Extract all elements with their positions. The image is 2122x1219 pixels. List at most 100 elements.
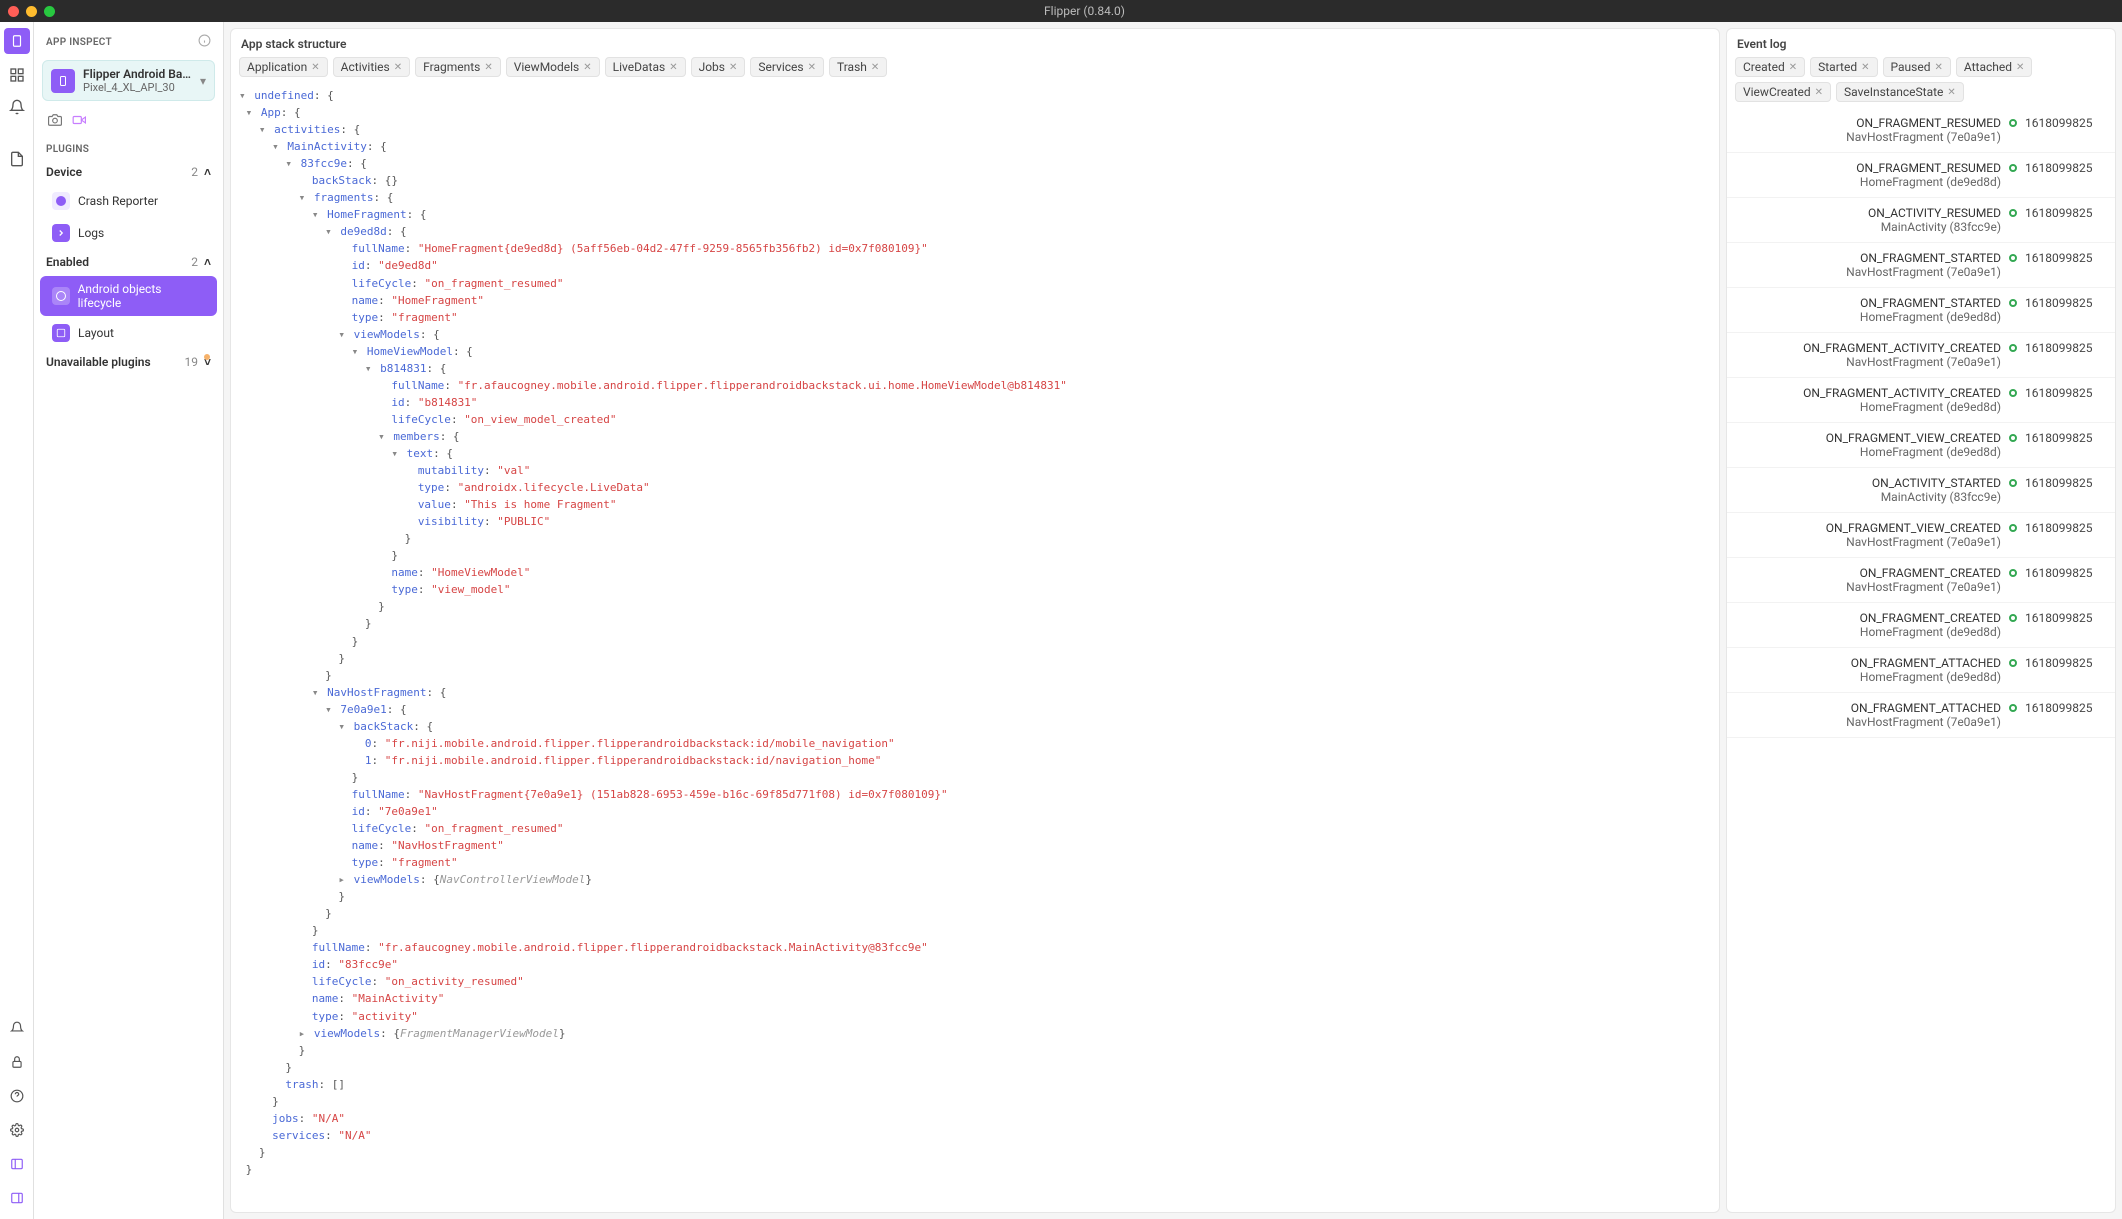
event-timestamp: 1618099825 — [2025, 476, 2105, 490]
event-timestamp: 1618099825 — [2025, 161, 2105, 175]
help-icon[interactable] — [6, 1085, 28, 1107]
close-icon[interactable]: ✕ — [484, 62, 492, 73]
event-detail: HomeFragment (de9ed8d) — [1737, 445, 2001, 459]
filter-chip[interactable]: Fragments✕ — [415, 57, 501, 77]
traffic-lights — [8, 6, 55, 17]
close-icon[interactable]: ✕ — [2016, 62, 2024, 73]
event-row[interactable]: ON_FRAGMENT_RESUMEDHomeFragment (de9ed8d… — [1727, 153, 2115, 198]
main-area: App stack structure Application✕Activiti… — [224, 22, 2122, 1219]
status-dot-icon — [2009, 704, 2017, 712]
filter-chip[interactable]: SaveInstanceState✕ — [1836, 82, 1964, 102]
event-type: ON_FRAGMENT_ACTIVITY_CREATED — [1737, 341, 2001, 355]
close-icon[interactable]: ✕ — [1789, 62, 1797, 73]
section-enabled[interactable]: Enabled 2 ˄ — [34, 249, 223, 275]
app-icon[interactable] — [4, 28, 30, 54]
panel-title: Event log — [1727, 29, 2115, 57]
alert-icon[interactable] — [6, 1017, 28, 1039]
filter-chip[interactable]: Application✕ — [239, 57, 328, 77]
filter-chip[interactable]: Started✕ — [1810, 57, 1877, 77]
section-device[interactable]: Device 2 ˄ — [34, 159, 223, 185]
event-list[interactable]: ON_FRAGMENT_RESUMED NavHostFragment (7e0a… — [1727, 108, 2115, 1212]
filter-chip[interactable]: ViewModels✕ — [506, 57, 600, 77]
filter-chip[interactable]: Paused✕ — [1883, 57, 1951, 77]
sidebar-item-layout[interactable]: Layout — [40, 318, 217, 348]
event-row[interactable]: ON_ACTIVITY_RESUMEDMainActivity (83fcc9e… — [1727, 198, 2115, 243]
close-icon[interactable]: ✕ — [583, 62, 591, 73]
filter-chips: Created✕Started✕ Paused✕Attached✕ ViewCrea… — [1727, 57, 2115, 108]
status-dot-icon — [2009, 119, 2017, 127]
filter-chip[interactable]: ViewCreated✕ — [1735, 82, 1831, 102]
event-row[interactable]: ON_FRAGMENT_STARTEDHomeFragment (de9ed8d… — [1727, 288, 2115, 333]
close-icon[interactable]: ✕ — [394, 62, 402, 73]
filter-chip[interactable]: Attached✕ — [1956, 57, 2033, 77]
window-title: Flipper (0.84.0) — [55, 4, 2114, 18]
close-window-icon[interactable] — [8, 6, 19, 17]
panel-right-icon[interactable] — [6, 1187, 28, 1209]
event-timestamp: 1618099825 — [2025, 611, 2105, 625]
filter-chip[interactable]: Jobs✕ — [691, 57, 746, 77]
lock-icon[interactable] — [6, 1051, 28, 1073]
dot-badge — [204, 354, 210, 360]
event-detail: NavHostFragment (7e0a9e1) — [1737, 715, 2001, 729]
sidebar-item-label: Logs — [78, 226, 104, 240]
minimize-window-icon[interactable] — [26, 6, 37, 17]
close-icon[interactable]: ✕ — [1861, 62, 1869, 73]
event-row[interactable]: ON_FRAGMENT_ACTIVITY_CREATEDNavHostFragm… — [1727, 333, 2115, 378]
filter-chip[interactable]: Activities✕ — [333, 57, 410, 77]
event-row[interactable]: ON_FRAGMENT_ATTACHEDNavHostFragment (7e0… — [1727, 693, 2115, 738]
file-icon[interactable] — [6, 148, 28, 170]
event-detail: HomeFragment (de9ed8d) — [1737, 175, 2001, 189]
section-unavailable[interactable]: Unavailable plugins 19 ˅ — [34, 349, 223, 375]
chevron-up-icon: ˄ — [204, 165, 211, 179]
event-row[interactable]: ON_FRAGMENT_ATTACHEDHomeFragment (de9ed8… — [1727, 648, 2115, 693]
close-icon[interactable]: ✕ — [729, 62, 737, 73]
close-icon[interactable]: ✕ — [1815, 87, 1823, 98]
filter-chip[interactable]: Services✕ — [750, 57, 824, 77]
event-row[interactable]: ON_FRAGMENT_STARTEDNavHostFragment (7e0a… — [1727, 243, 2115, 288]
event-row[interactable]: ON_FRAGMENT_VIEW_CREATEDHomeFragment (de… — [1727, 423, 2115, 468]
event-detail: MainActivity (83fcc9e) — [1737, 220, 2001, 234]
event-row[interactable]: ON_FRAGMENT_RESUMEDNavHostFragment (7e0a… — [1727, 108, 2115, 153]
close-icon[interactable]: ✕ — [808, 62, 816, 73]
event-row[interactable]: ON_FRAGMENT_ACTIVITY_CREATEDHomeFragment… — [1727, 378, 2115, 423]
device-icon — [51, 69, 75, 93]
event-timestamp: 1618099825 — [2025, 431, 2105, 445]
close-icon[interactable]: ✕ — [669, 62, 677, 73]
event-timestamp: 1618099825 — [2025, 116, 2105, 130]
info-icon[interactable] — [198, 34, 211, 50]
device-selector[interactable]: Flipper Android Backsta... Pixel_4_XL_AP… — [42, 60, 215, 101]
sidebar-item-crash-reporter[interactable]: Crash Reporter — [40, 186, 217, 216]
event-detail: NavHostFragment (7e0a9e1) — [1737, 130, 2001, 144]
event-timestamp: 1618099825 — [2025, 701, 2105, 715]
gear-icon[interactable] — [6, 1119, 28, 1141]
logs-icon — [52, 224, 70, 242]
panel-left-icon[interactable] — [6, 1153, 28, 1175]
close-icon[interactable]: ✕ — [1934, 62, 1942, 73]
close-icon[interactable]: ✕ — [311, 62, 319, 73]
event-type: ON_FRAGMENT_VIEW_CREATED — [1737, 521, 2001, 535]
json-tree[interactable]: ▾ undefined: { ▾ App: { ▾ activities: { … — [239, 87, 1711, 1178]
event-row[interactable]: ON_ACTIVITY_STARTEDMainActivity (83fcc9e… — [1727, 468, 2115, 513]
sidebar-title: APP INSPECT — [34, 30, 223, 54]
bell-icon[interactable] — [6, 96, 28, 118]
status-dot-icon — [2009, 299, 2017, 307]
event-detail: NavHostFragment (7e0a9e1) — [1737, 580, 2001, 594]
event-row[interactable]: ON_FRAGMENT_CREATEDNavHostFragment (7e0a… — [1727, 558, 2115, 603]
sidebar-item-android-objects[interactable]: Android objects lifecycle — [40, 276, 217, 316]
close-icon[interactable]: ✕ — [871, 62, 879, 73]
maximize-window-icon[interactable] — [44, 6, 55, 17]
event-row[interactable]: ON_FRAGMENT_CREATEDHomeFragment (de9ed8d… — [1727, 603, 2115, 648]
camera-icon[interactable] — [48, 113, 62, 130]
filter-chip[interactable]: Trash✕ — [829, 57, 887, 77]
status-dot-icon — [2009, 434, 2017, 442]
event-type: ON_FRAGMENT_RESUMED — [1737, 161, 2001, 175]
event-row[interactable]: ON_FRAGMENT_VIEW_CREATEDNavHostFragment … — [1727, 513, 2115, 558]
event-detail: NavHostFragment (7e0a9e1) — [1737, 355, 2001, 369]
video-icon[interactable] — [72, 113, 86, 130]
filter-chip[interactable]: Created✕ — [1735, 57, 1805, 77]
panel-title: App stack structure — [231, 29, 1719, 57]
sidebar-item-logs[interactable]: Logs — [40, 218, 217, 248]
filter-chip[interactable]: LiveDatas✕ — [605, 57, 686, 77]
grid-icon[interactable] — [6, 64, 28, 86]
close-icon[interactable]: ✕ — [1947, 87, 1955, 98]
